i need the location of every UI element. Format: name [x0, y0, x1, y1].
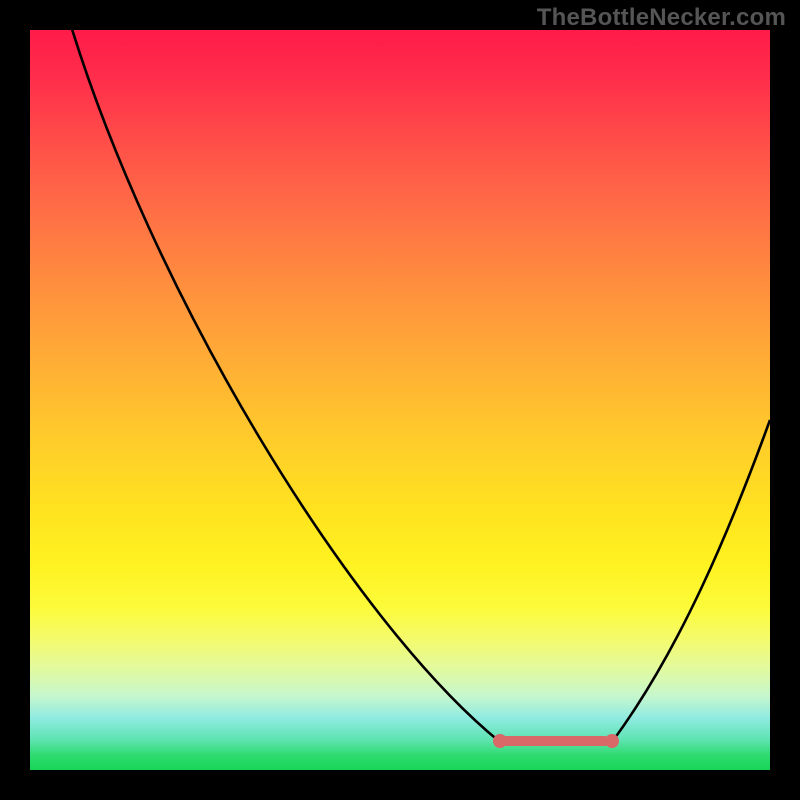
- watermark-text: TheBottleNecker.com: [537, 4, 786, 32]
- curve-left-segment: [68, 30, 500, 742]
- bottleneck-curve: [30, 30, 770, 770]
- curve-right-segment: [612, 420, 770, 742]
- optimal-range-end-dot: [605, 734, 619, 748]
- optimal-range-start-dot: [493, 734, 507, 748]
- plot-area: [30, 30, 770, 770]
- chart-frame: TheBottleNecker.com: [0, 0, 800, 800]
